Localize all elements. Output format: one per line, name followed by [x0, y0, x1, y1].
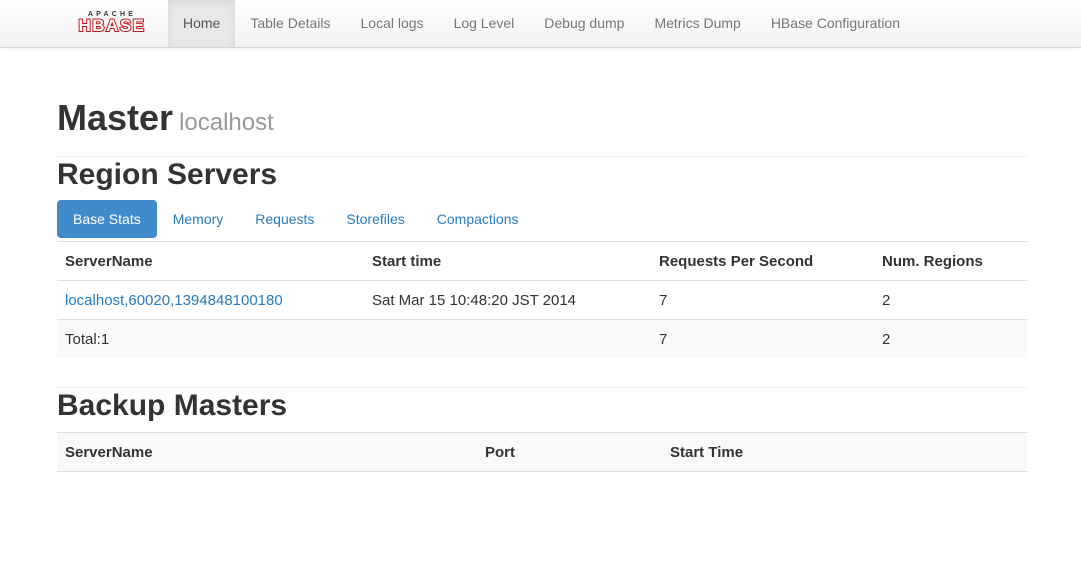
backup-masters-title: Backup Masters	[57, 389, 288, 422]
region-servers-table: ServerName Start time Requests Per Secon…	[57, 241, 1027, 358]
requests-per-second-cell: 7	[651, 280, 874, 320]
region-servers-title: Region Servers	[57, 158, 278, 191]
nav-menu: Home Table Details Local logs Log Level …	[168, 0, 915, 47]
logo-hbase-text: HBASE	[77, 16, 146, 36]
page-subtitle: localhost	[179, 109, 274, 136]
server-name-link[interactable]: localhost,60020,1394848100180	[65, 292, 283, 309]
column-header-port: Port	[477, 432, 662, 472]
tab-base-stats[interactable]: Base Stats	[57, 200, 157, 238]
start-time-cell: Sat Mar 15 10:48:20 JST 2014	[364, 280, 651, 320]
nav-item-log-level[interactable]: Log Level	[439, 0, 530, 47]
backup-masters-table: ServerName Port Start Time	[57, 432, 1027, 472]
column-header-start-time: Start Time	[662, 432, 1027, 472]
total-empty-cell	[364, 319, 651, 358]
main-content: Master localhost Region Servers Base Stat…	[57, 47, 1027, 472]
tab-compactions[interactable]: Compactions	[421, 200, 535, 238]
column-header-num-regions: Num. Regions	[874, 241, 1027, 281]
page-title: Master localhost	[57, 98, 1027, 143]
table-row: localhost,60020,1394848100180 Sat Mar 15…	[57, 280, 1027, 320]
nav-item-hbase-configuration[interactable]: HBase Configuration	[756, 0, 915, 47]
total-num-regions-cell: 2	[874, 319, 1027, 358]
nav-item-home[interactable]: Home	[168, 0, 236, 47]
total-requests-per-second-cell: 7	[651, 319, 874, 358]
table-total-row: Total:1 7 2	[57, 319, 1027, 358]
nav-item-debug-dump[interactable]: Debug dump	[529, 0, 639, 47]
nav-item-local-logs[interactable]: Local logs	[346, 0, 439, 47]
column-header-servername: ServerName	[57, 432, 477, 472]
tab-requests[interactable]: Requests	[239, 200, 330, 238]
table-header-row: ServerName Port Start Time	[57, 432, 1027, 472]
tab-storefiles[interactable]: Storefiles	[330, 200, 420, 238]
nav-item-table-details[interactable]: Table Details	[235, 0, 345, 47]
table-header-row: ServerName Start time Requests Per Secon…	[57, 241, 1027, 281]
column-header-servername: ServerName	[57, 241, 364, 281]
region-servers-tabs: Base Stats Memory Requests Storefiles Co…	[57, 200, 1027, 238]
column-header-start-time: Start time	[364, 241, 651, 281]
top-navbar: APACHE HBASE Home Table Details Local lo…	[0, 0, 1081, 48]
page-header: Master localhost	[57, 98, 1027, 157]
num-regions-cell: 2	[874, 280, 1027, 320]
column-header-requests-per-second: Requests Per Second	[651, 241, 874, 281]
nav-item-metrics-dump[interactable]: Metrics Dump	[639, 0, 755, 47]
server-name-cell: localhost,60020,1394848100180	[57, 280, 364, 320]
tab-memory[interactable]: Memory	[157, 200, 240, 238]
total-label-cell: Total:1	[57, 319, 364, 358]
page-title-text: Master	[57, 97, 174, 138]
hbase-logo[interactable]: APACHE HBASE	[70, 11, 154, 36]
